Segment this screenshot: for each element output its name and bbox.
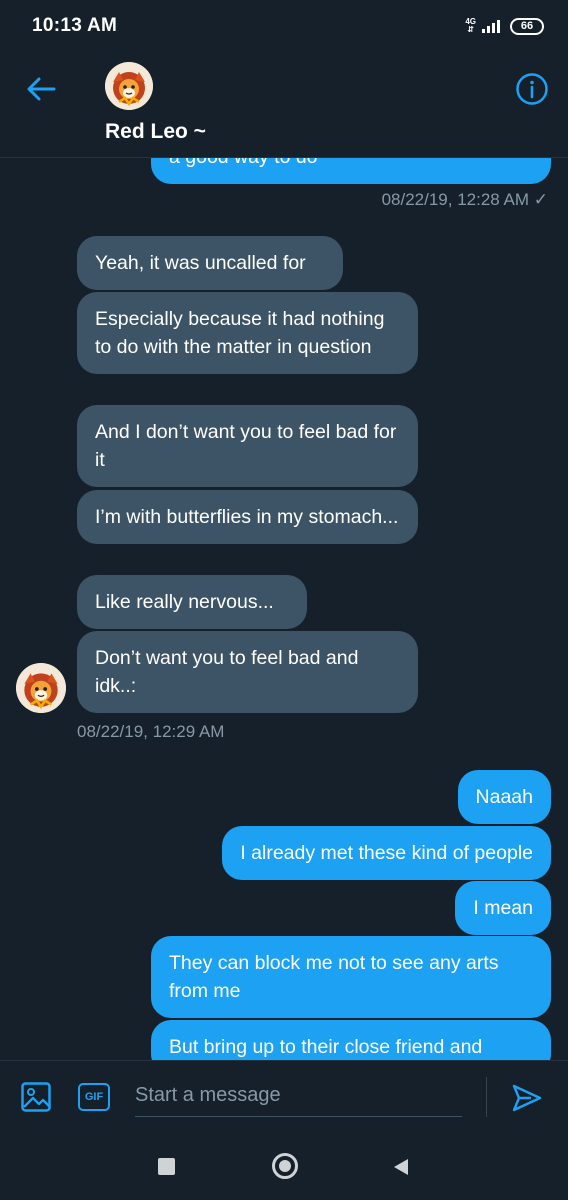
- lion-avatar-icon: [16, 663, 66, 713]
- status-icons: 4G ⇵ 66: [465, 17, 544, 35]
- sent-message[interactable]: I mean: [455, 881, 551, 935]
- back-arrow-icon[interactable]: [24, 72, 58, 106]
- battery-icon: 66: [510, 17, 544, 35]
- received-message[interactable]: I’m with butterflies in my stomach...: [77, 490, 418, 544]
- message-thread[interactable]: a good way to do 08/22/19, 12:28 AM ✓ Ye…: [0, 158, 568, 1060]
- sent-message[interactable]: They can block me not to see any arts fr…: [151, 936, 551, 1018]
- network-indicator: 4G ⇵: [465, 18, 476, 34]
- composer-divider: [486, 1077, 487, 1117]
- home-icon[interactable]: [272, 1153, 298, 1179]
- lion-avatar-icon: [105, 62, 153, 110]
- battery-level: 66: [520, 20, 534, 32]
- gif-button[interactable]: GIF: [78, 1083, 110, 1111]
- message-input[interactable]: [135, 1075, 462, 1117]
- conversation-header: Red Leo ~: [0, 52, 568, 158]
- message-timestamp: 08/22/19, 12:28 AM ✓: [381, 190, 548, 209]
- message-composer: GIF: [0, 1060, 568, 1132]
- received-message[interactable]: Don’t want you to feel bad and idk..:: [77, 631, 418, 713]
- info-icon[interactable]: [515, 72, 549, 106]
- received-message[interactable]: Yeah, it was uncalled for: [77, 236, 343, 290]
- received-message[interactable]: And I don’t want you to feel bad for it: [77, 405, 418, 487]
- sent-message[interactable]: Naaah: [457, 770, 551, 824]
- nav-back-icon[interactable]: [390, 1156, 412, 1178]
- system-nav-bar: [0, 1132, 568, 1200]
- send-icon[interactable]: [510, 1081, 544, 1115]
- contact-name[interactable]: Red Leo ~: [105, 120, 206, 144]
- received-message[interactable]: Especially because it had nothing to do …: [77, 292, 418, 374]
- recent-apps-icon[interactable]: [158, 1158, 175, 1175]
- message-timestamp: 08/22/19, 12:29 AM: [77, 722, 225, 741]
- status-time: 10:13 AM: [32, 15, 118, 36]
- data-arrows-icon: ⇵: [467, 25, 475, 34]
- sent-message[interactable]: I already met these kind of people: [222, 826, 551, 880]
- status-bar: 10:13 AM 4G ⇵ 66: [0, 0, 568, 52]
- signal-icon: [482, 19, 500, 33]
- received-message[interactable]: Like really nervous...: [77, 575, 307, 629]
- sent-message[interactable]: But bring up to their close friend and: [151, 1020, 551, 1060]
- sender-avatar[interactable]: [16, 663, 66, 713]
- sent-message[interactable]: a good way to do: [151, 158, 551, 184]
- contact-avatar[interactable]: [105, 62, 153, 110]
- image-icon[interactable]: [20, 1081, 52, 1113]
